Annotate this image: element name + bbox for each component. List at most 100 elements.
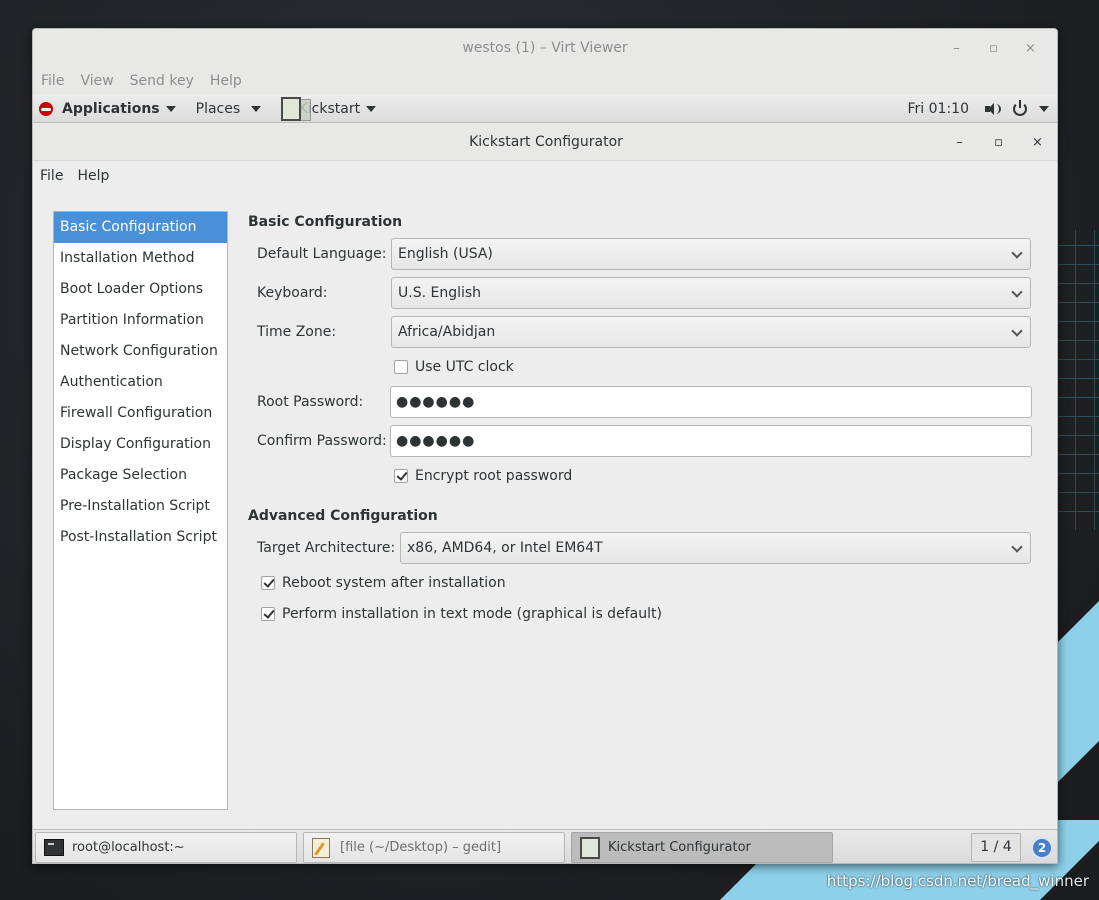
places-menu[interactable]: Places (196, 101, 261, 117)
task-gedit[interactable]: [file (~/Desktop) – gedit] (303, 832, 565, 863)
task-kickstart-configurator[interactable]: Kickstart Configurator (571, 832, 833, 863)
task-terminal-label: root@localhost:~ (72, 840, 185, 855)
target-architecture-label: Target Architecture: (257, 540, 396, 556)
section-display-configuration[interactable]: Display Configuration (54, 429, 227, 460)
target-architecture-row: Target Architecture: x86, AMD64, or Inte… (248, 532, 1038, 571)
watermark-text: https://blog.csdn.net/bread_winner (826, 872, 1089, 890)
section-network-configuration[interactable]: Network Configuration (54, 336, 227, 367)
maximize-button[interactable]: ▫ (979, 135, 1018, 150)
menu-file[interactable]: File (40, 168, 63, 184)
app-menu-kickstart[interactable]: Kickstart (279, 96, 377, 122)
root-password-row: Root Password: ●●●●●● (248, 386, 1038, 425)
viewer-menu-file[interactable]: File (41, 73, 64, 89)
target-architecture-select[interactable]: x86, AMD64, or Intel EM64T (400, 532, 1031, 564)
root-password-field[interactable]: ●●●●●● (390, 386, 1032, 418)
default-language-select[interactable]: English (USA) (391, 238, 1031, 270)
task-gedit-label: [file (~/Desktop) – gedit] (340, 840, 502, 855)
applications-label: Applications (62, 100, 160, 117)
viewer-title: westos (1) – Virt Viewer (462, 40, 628, 56)
section-pre-installation-script[interactable]: Pre-Installation Script (54, 491, 227, 522)
status-menu-arrow-icon[interactable] (1039, 106, 1049, 112)
default-language-label: Default Language: (257, 246, 387, 262)
time-zone-select[interactable]: Africa/Abidjan (391, 316, 1031, 348)
viewer-minimize-button[interactable]: – (938, 41, 975, 56)
kickstart-titlebar: Kickstart Configurator – ▫ × (33, 123, 1057, 161)
viewer-menubar: File View Send key Help (33, 67, 1057, 95)
places-label: Places (195, 100, 241, 117)
viewer-menu-view[interactable]: View (80, 73, 113, 89)
section-authentication[interactable]: Authentication (54, 367, 227, 398)
chevron-down-icon (1011, 541, 1023, 553)
text-mode-install-checkbox-box[interactable] (261, 606, 275, 621)
close-button[interactable]: × (1018, 135, 1057, 150)
reboot-after-install-label: Reboot system after installation (282, 574, 506, 591)
encrypt-root-password-checkbox[interactable]: Encrypt root password (248, 460, 1038, 491)
section-firewall-configuration[interactable]: Firewall Configuration (54, 398, 227, 429)
kickstart-menubar: File Help (33, 161, 1057, 191)
task-terminal[interactable]: root@localhost:~ (35, 832, 297, 863)
virt-viewer-window: westos (1) – Virt Viewer – ▫ × File View… (32, 28, 1058, 864)
viewer-maximize-button[interactable]: ▫ (975, 41, 1012, 56)
kickstart-app-icon (279, 96, 313, 122)
text-mode-install-label: Perform installation in text mode (graph… (282, 605, 662, 622)
utc-clock-checkbox[interactable]: Use UTC clock (248, 351, 1038, 382)
dropdown-arrow-icon (250, 105, 261, 112)
menu-help[interactable]: Help (77, 168, 109, 184)
section-boot-loader-options[interactable]: Boot Loader Options (54, 274, 227, 305)
volume-icon[interactable] (985, 103, 1001, 115)
target-architecture-value: x86, AMD64, or Intel EM64T (407, 540, 603, 556)
kickstart-app-icon (580, 836, 600, 859)
confirm-password-field[interactable]: ●●●●●● (390, 425, 1032, 457)
notification-counter[interactable]: 2 (1031, 837, 1053, 859)
window-list-taskbar: root@localhost:~ [file (~/Desktop) – ged… (33, 829, 1057, 863)
terminal-icon (44, 839, 64, 856)
section-package-selection[interactable]: Package Selection (54, 460, 227, 491)
encrypt-root-password-checkbox-box[interactable] (394, 468, 408, 483)
gnome-top-bar: Applications Places Kickstart Fri 01:10 (33, 95, 1057, 123)
chevron-down-icon (1011, 286, 1023, 298)
basic-configuration-heading: Basic Configuration (248, 214, 403, 230)
viewer-menu-send-key[interactable]: Send key (130, 73, 194, 89)
redhat-icon (39, 101, 53, 116)
kickstart-window-controls: – ▫ × (940, 123, 1057, 161)
section-basic-configuration[interactable]: Basic Configuration (54, 212, 227, 243)
dropdown-arrow-icon (165, 105, 176, 112)
section-installation-method[interactable]: Installation Method (54, 243, 227, 274)
keyboard-label: Keyboard: (257, 285, 328, 301)
text-mode-install-checkbox[interactable]: Perform installation in text mode (graph… (248, 598, 1038, 629)
clock[interactable]: Fri 01:10 (908, 101, 969, 117)
default-language-row: Default Language: English (USA) (248, 238, 1038, 277)
reboot-after-install-checkbox-box[interactable] (261, 575, 275, 590)
viewer-window-controls: – ▫ × (938, 29, 1049, 67)
keyboard-select[interactable]: U.S. English (391, 277, 1031, 309)
gedit-icon (312, 837, 330, 858)
basic-configuration-panel: Basic Configuration Default Language: En… (248, 211, 1038, 629)
viewer-titlebar: westos (1) – Virt Viewer – ▫ × (33, 29, 1057, 67)
task-kickstart-label: Kickstart Configurator (608, 840, 751, 855)
system-status-area: Fri 01:10 (908, 95, 1049, 123)
kickstart-window: Kickstart Configurator – ▫ × File Help B… (33, 123, 1057, 829)
utc-clock-label: Use UTC clock (415, 358, 514, 375)
utc-clock-checkbox-box[interactable] (394, 359, 408, 374)
chevron-down-icon (1011, 325, 1023, 337)
applications-menu[interactable]: Applications (33, 101, 176, 117)
confirm-password-row: Confirm Password: ●●●●●● (248, 425, 1038, 464)
default-language-value: English (USA) (398, 246, 493, 262)
viewer-menu-help[interactable]: Help (210, 73, 242, 89)
dropdown-arrow-icon (366, 105, 377, 112)
viewer-close-button[interactable]: × (1012, 41, 1049, 56)
workspace-indicator[interactable]: 1 / 4 (971, 833, 1021, 862)
minimize-button[interactable]: – (940, 135, 979, 150)
section-partition-information[interactable]: Partition Information (54, 305, 227, 336)
section-post-installation-script[interactable]: Post-Installation Script (54, 522, 227, 553)
reboot-after-install-checkbox[interactable]: Reboot system after installation (248, 567, 1038, 598)
chevron-down-icon (1011, 247, 1023, 259)
time-zone-label: Time Zone: (257, 324, 337, 340)
power-icon[interactable] (1013, 100, 1027, 116)
guest-screen: Applications Places Kickstart Fri 01:10 (33, 95, 1057, 863)
advanced-configuration-heading: Advanced Configuration (248, 508, 438, 524)
section-list: Basic Configuration Installation Method … (53, 211, 228, 810)
keyboard-row: Keyboard: U.S. English (248, 277, 1038, 316)
keyboard-value: U.S. English (398, 285, 482, 301)
root-password-label: Root Password: (257, 394, 364, 410)
